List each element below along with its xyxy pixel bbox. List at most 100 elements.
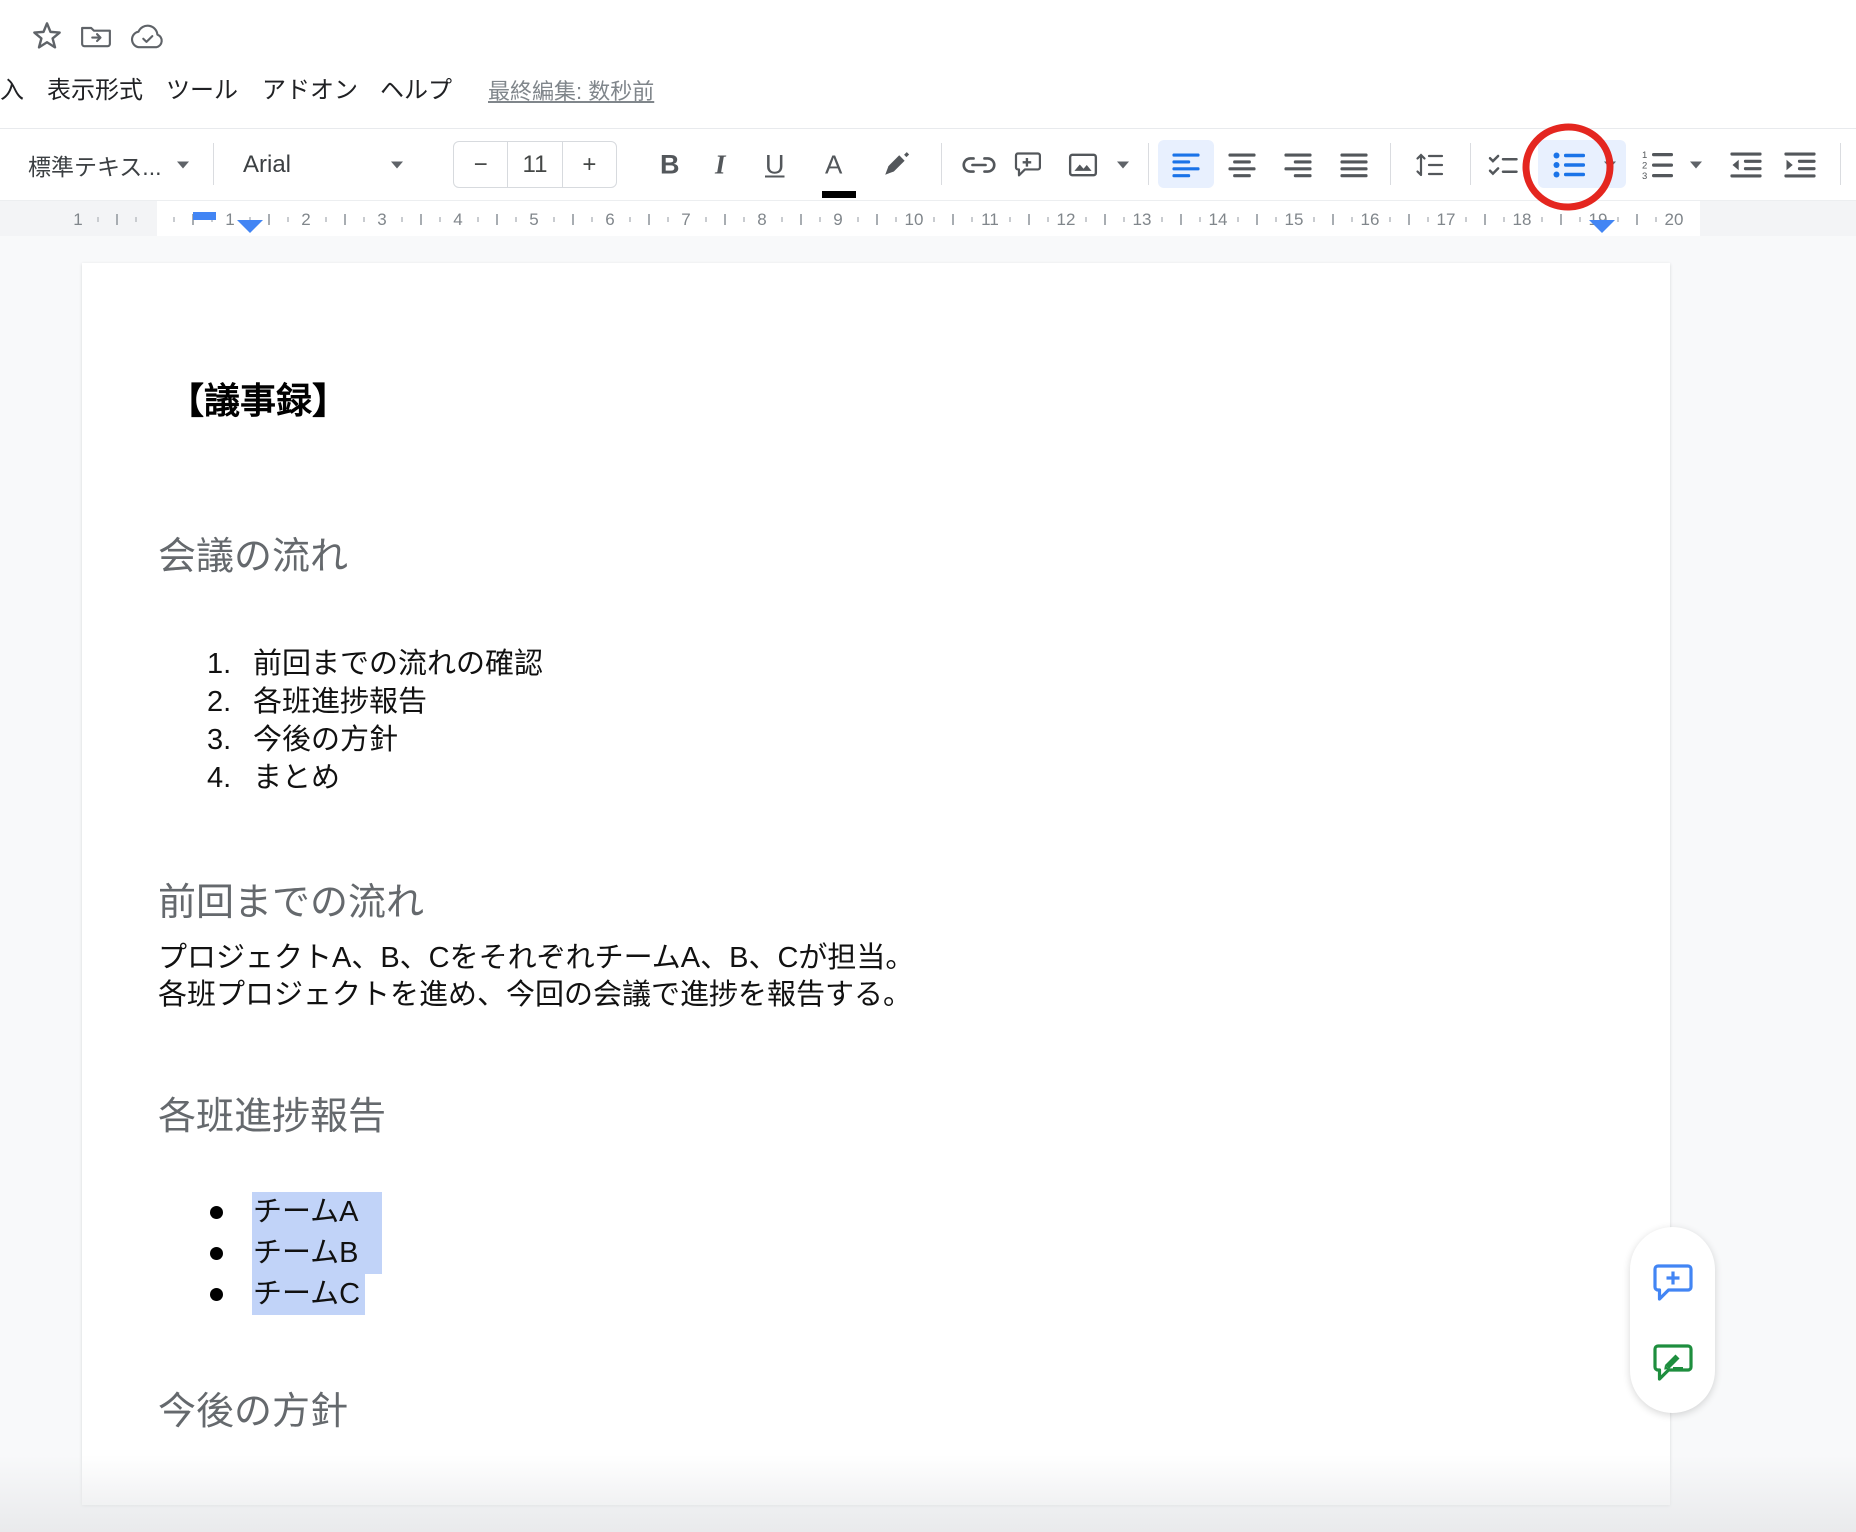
doc-title[interactable]: 【議事録】 [168,383,348,419]
decrease-font-button[interactable]: − [454,142,507,187]
ruler-tick [819,217,821,222]
toolbar-separator [1390,143,1391,185]
menu-item-format[interactable]: 表示形式 [47,72,143,110]
first-line-indent-marker[interactable] [193,212,216,220]
insert-image-button[interactable] [1068,152,1098,178]
side-add-comment-button[interactable] [1649,1257,1697,1305]
paragraph-line[interactable]: 各班プロジェクトを進め、今回の会議で進捗を報告する。 [158,977,912,1014]
font-size-value[interactable]: 11 [507,142,561,187]
checklist-button[interactable] [1487,151,1519,178]
bullet-item[interactable]: チームB [82,1233,682,1274]
list-text: チームB [253,1233,358,1274]
toolbar-separator [1470,143,1471,185]
agenda-item[interactable]: 4.まとめ [207,759,340,797]
paragraph-style-dropdown[interactable]: 標準テキス... [28,148,161,182]
menu-item-addons[interactable]: アドオン [262,72,358,110]
ruler-tick [344,214,346,225]
font-family-value: Arial [243,151,291,179]
decrease-indent-button[interactable] [1730,151,1762,178]
heading-previous[interactable]: 前回までの流れ [158,882,424,926]
heading-progress[interactable]: 各班進捗報告 [158,1096,386,1140]
cloud-saved-icon[interactable] [130,23,164,55]
agenda-item[interactable]: 1.前回までの流れの確認 [207,645,543,683]
increase-indent-icon [1784,151,1816,178]
list-text: チームC [253,1274,360,1315]
paragraph-line[interactable]: プロジェクトA、B、CをそれぞれチームA、B、Cが担当。 [158,940,914,977]
paragraph-style-caret-icon[interactable] [177,161,189,168]
ruler-tick [363,217,365,222]
folder-move-icon[interactable] [80,22,112,55]
list-number: 3. [207,721,253,759]
right-indent-marker[interactable] [1589,220,1615,233]
ruler-tick [1465,217,1467,222]
ruler-tick [971,217,973,222]
ruler-tick [116,214,118,225]
align-justify-button[interactable] [1340,152,1368,177]
ruler-tick [1028,214,1030,225]
document-page[interactable]: 【議事録】 会議の流れ 1.前回までの流れの確認 2.各班進捗報告 3.今後の方… [82,263,1670,1505]
agenda-item[interactable]: 3.今後の方針 [207,721,398,759]
ruler-tick [629,217,631,222]
align-left-button[interactable] [1172,152,1200,177]
line-spacing-icon [1413,151,1445,179]
ruler-tick [1104,214,1106,225]
bulleted-list-button[interactable] [1552,151,1586,179]
ruler-tick [705,217,707,222]
side-suggest-edit-button[interactable] [1649,1337,1697,1385]
bullet-item[interactable]: チームC [82,1274,682,1315]
ruler-tick [1617,217,1619,222]
increase-font-button[interactable]: + [562,142,616,187]
toolbar-separator [213,143,214,185]
suggest-edit-icon [1650,1338,1696,1384]
ruler-number: 5 [524,201,544,237]
align-left-icon [1172,152,1200,177]
menu-item-tools[interactable]: ツール [166,72,238,110]
text-color-button[interactable]: A [825,149,842,180]
ruler-tick [1123,217,1125,222]
add-comment-button[interactable] [1013,150,1043,180]
ruler-tick [857,217,859,222]
ruler-number: 12 [1056,201,1076,237]
font-family-caret-icon[interactable] [391,161,403,168]
highlight-color-button[interactable] [882,151,910,179]
insert-image-caret-icon[interactable] [1117,161,1129,168]
left-indent-marker[interactable] [237,220,263,233]
ruler-tick [97,217,99,222]
bullet-item[interactable]: チームA [82,1192,682,1233]
align-justify-icon [1340,152,1368,177]
font-family-dropdown[interactable]: Arial [243,151,291,179]
underline-button[interactable]: U [765,149,785,180]
bold-button[interactable]: B [660,149,680,180]
ruler-scale: 11234567891011121314151617181920 [0,201,1856,237]
heading-next[interactable]: 今後の方針 [158,1391,348,1435]
numbered-list-caret-icon[interactable] [1690,161,1702,168]
align-center-button[interactable] [1228,152,1256,177]
ruler-tick [1085,217,1087,222]
agenda-item[interactable]: 2.各班進捗報告 [207,683,427,721]
list-text: 各班進捗報告 [253,686,427,718]
star-icon[interactable] [31,20,63,57]
last-edit-link[interactable]: 最終編集: 数秒前 [488,74,654,110]
bullet-dot [210,1206,223,1219]
list-number: 2. [207,683,253,721]
svg-text:2: 2 [1642,160,1647,171]
insert-link-button[interactable] [960,153,998,177]
google-docs-window: 入 表示形式 ツール アドオン ヘルプ 最終編集: 数秒前 標準テキス... A… [0,0,1856,1532]
bulleted-list-caret-icon[interactable] [1604,161,1616,168]
numbered-list-button[interactable]: 1 2 3 [1640,150,1674,180]
bottom-fade [0,1455,1856,1532]
ruler-number: 9 [828,201,848,237]
align-right-button[interactable] [1284,152,1312,177]
increase-indent-button[interactable] [1784,151,1816,178]
menu-item-help[interactable]: ヘルプ [380,72,452,110]
list-text: まとめ [253,762,340,794]
link-icon [960,153,998,177]
menu-item-insert-partial[interactable]: 入 [0,72,24,110]
ruler-tick [1503,217,1505,222]
image-icon [1068,152,1098,178]
ruler-tick [135,217,137,222]
italic-button[interactable]: I [715,149,726,180]
line-spacing-button[interactable] [1413,151,1445,179]
heading-agenda[interactable]: 会議の流れ [158,536,348,580]
ruler-tick [1560,214,1562,225]
